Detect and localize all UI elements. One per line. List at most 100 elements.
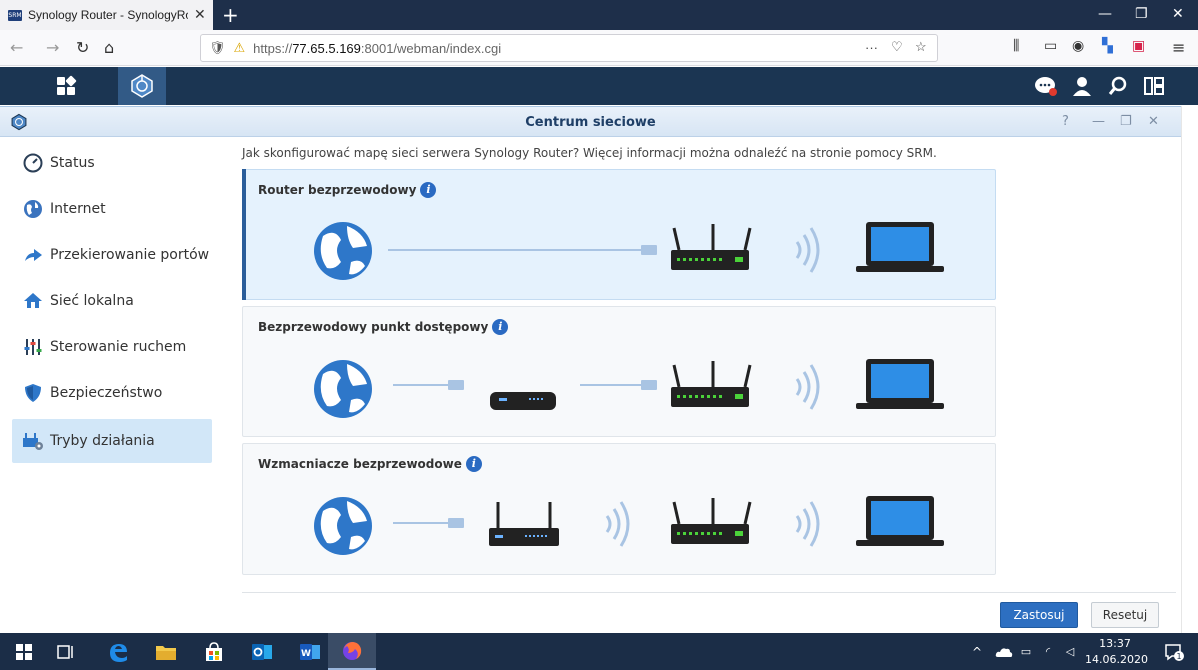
tab-close-icon[interactable]: ✕ <box>194 7 206 23</box>
show-hidden-icons-button[interactable]: ^ <box>962 633 992 670</box>
task-view-icon <box>57 644 73 659</box>
word-taskbar-button[interactable]: W <box>286 633 334 670</box>
extension-icon[interactable]: ▣ <box>1132 38 1145 54</box>
url-bar[interactable]: 🛡 ⚠ https://77.65.5.169:8001/webman/inde… <box>200 34 938 62</box>
sidebar-item-label: Tryby działania <box>50 433 155 449</box>
home-icon <box>22 290 44 312</box>
library-icon[interactable]: ⫼ <box>1013 38 1019 54</box>
bookmark-star-icon[interactable]: ☆ <box>915 39 927 55</box>
menu-icon[interactable]: ≡ <box>1172 38 1185 57</box>
account-icon[interactable]: ◉ <box>1072 38 1084 54</box>
window-close-icon[interactable]: ✕ <box>1172 6 1184 22</box>
sidebar-item-security[interactable]: Bezpieczeństwo <box>12 371 212 415</box>
volume-icon[interactable]: ◁ <box>1058 633 1082 670</box>
task-view-button[interactable] <box>42 633 90 670</box>
intro-text: Jak skonfigurować mapę sieci serwera Syn… <box>242 146 937 160</box>
firefox-taskbar-button[interactable] <box>328 633 376 670</box>
router-icon <box>489 502 559 546</box>
wifi-waves-icon <box>605 501 630 547</box>
modes-icon <box>22 430 44 452</box>
globe-icon <box>22 198 44 220</box>
window-minimize-icon[interactable]: — <box>1092 114 1105 129</box>
sidebar-item-label: Przekierowanie portów <box>50 247 210 263</box>
browser-tab[interactable]: SRM Synology Router - SynologyRo ✕ <box>0 0 213 30</box>
browser-tab-bar: SRM Synology Router - SynologyRo ✕ + — ❐… <box>0 0 1198 30</box>
shield-icon <box>22 382 44 404</box>
network-center-taskbar-button[interactable] <box>118 67 166 105</box>
main-content: Jak skonfigurować mapę sieci serwera Syn… <box>232 138 1181 634</box>
grid-menu-icon <box>57 75 77 95</box>
repeater-diagram <box>314 496 944 555</box>
sidebar-item-operation-modes[interactable]: Tryby działania <box>12 419 212 463</box>
wifi-waves-icon <box>795 501 820 547</box>
translate-extension-icon[interactable]: ▚ <box>1102 38 1113 54</box>
sidebar-item-label: Internet <box>50 201 106 217</box>
window-header: Centrum sieciowe ? — ❐ ✕ <box>0 107 1181 137</box>
restore-icon[interactable]: ❐ <box>1135 6 1148 22</box>
edge-taskbar-button[interactable] <box>94 633 142 670</box>
sidebar-toggle-icon[interactable]: ▭ <box>1044 38 1057 54</box>
window-maximize-icon[interactable]: ❐ <box>1120 114 1132 129</box>
svg-text:W: W <box>301 649 311 659</box>
edge-icon <box>110 643 127 662</box>
page-actions-icon[interactable]: ··· <box>865 40 878 55</box>
insecure-lock-icon[interactable]: ⚠ <box>234 40 246 56</box>
help-icon[interactable]: ? <box>1062 114 1069 129</box>
network-center-window: Centrum sieciowe ? — ❐ ✕ Status Internet… <box>0 106 1181 634</box>
apply-button[interactable]: Zastosuj <box>1000 602 1078 628</box>
user-icon <box>1073 77 1091 96</box>
action-center-button[interactable]: 1 <box>1156 633 1192 670</box>
outlook-taskbar-button[interactable] <box>238 633 286 670</box>
modem-icon <box>490 392 556 410</box>
laptop-icon <box>856 496 944 546</box>
mode-card-wireless-repeater[interactable]: Wzmacniacze bezprzewodowe i <box>242 443 996 575</box>
back-icon[interactable]: ← <box>10 38 23 57</box>
new-tab-icon[interactable]: + <box>222 3 239 27</box>
pocket-icon[interactable]: ♡ <box>891 39 903 55</box>
file-explorer-taskbar-button[interactable] <box>142 633 190 670</box>
router-icon <box>671 498 752 544</box>
sidebar-item-port-forwarding[interactable]: Przekierowanie portów <box>12 233 212 277</box>
wireless-router-diagram <box>314 222 944 280</box>
srm-favicon-icon: SRM <box>8 9 22 21</box>
reset-button[interactable]: Resetuj <box>1091 602 1159 628</box>
router-icon <box>671 361 752 407</box>
sidebar-item-status[interactable]: Status <box>12 141 212 185</box>
home-button-icon[interactable]: ⌂ <box>104 38 114 57</box>
store-taskbar-button[interactable] <box>190 633 238 670</box>
url-host: 77.65.5.169 <box>292 40 361 56</box>
sidebar-item-label: Sterowanie ruchem <box>50 339 187 355</box>
sidebar-item-label: Sieć lokalna <box>50 293 134 309</box>
main-menu-button[interactable] <box>42 67 90 105</box>
access-point-diagram <box>314 359 944 418</box>
ethernet-plug-icon <box>641 245 657 255</box>
sidebar: Status Internet Przekierowanie portów Si… <box>0 138 222 634</box>
minimize-icon[interactable]: — <box>1098 6 1112 22</box>
notification-icon: 1 <box>1165 643 1184 661</box>
system-clock[interactable]: 13:37 14.06.2020 <box>1085 636 1148 668</box>
page-scrollbar[interactable] <box>1181 106 1198 633</box>
sidebar-item-internet[interactable]: Internet <box>12 187 212 231</box>
globe-icon <box>314 497 372 555</box>
sidebar-item-label: Bezpieczeństwo <box>50 385 163 401</box>
chat-notification-icon <box>1035 77 1057 96</box>
notification-count: 1 <box>1176 652 1181 661</box>
sidebar-item-traffic-control[interactable]: Sterowanie ruchem <box>12 325 212 369</box>
mode-card-wireless-access-point[interactable]: Bezprzewodowy punkt dostępowy i <box>242 306 996 437</box>
mode-card-wireless-router[interactable]: Router bezprzewodowy i <box>242 169 996 300</box>
forward-icon[interactable]: → <box>46 38 59 57</box>
clock-time: 13:37 <box>1099 637 1131 650</box>
wifi-icon[interactable]: ◜ <box>1036 633 1060 670</box>
sidebar-item-label: Status <box>50 155 95 171</box>
battery-icon[interactable]: ▭ <box>1014 633 1038 670</box>
window-title: Centrum sieciowe <box>525 115 656 130</box>
store-bag-icon <box>206 641 222 661</box>
window-close-button-icon[interactable]: ✕ <box>1148 114 1159 129</box>
reload-icon[interactable]: ↻ <box>76 38 89 57</box>
sliders-icon <box>22 336 44 358</box>
sidebar-item-local-network[interactable]: Sieć lokalna <box>12 279 212 323</box>
folder-icon <box>156 645 176 660</box>
tab-title: Synology Router - SynologyRo <box>28 8 188 22</box>
widgets-button[interactable] <box>1130 67 1178 105</box>
start-button[interactable] <box>0 633 48 670</box>
